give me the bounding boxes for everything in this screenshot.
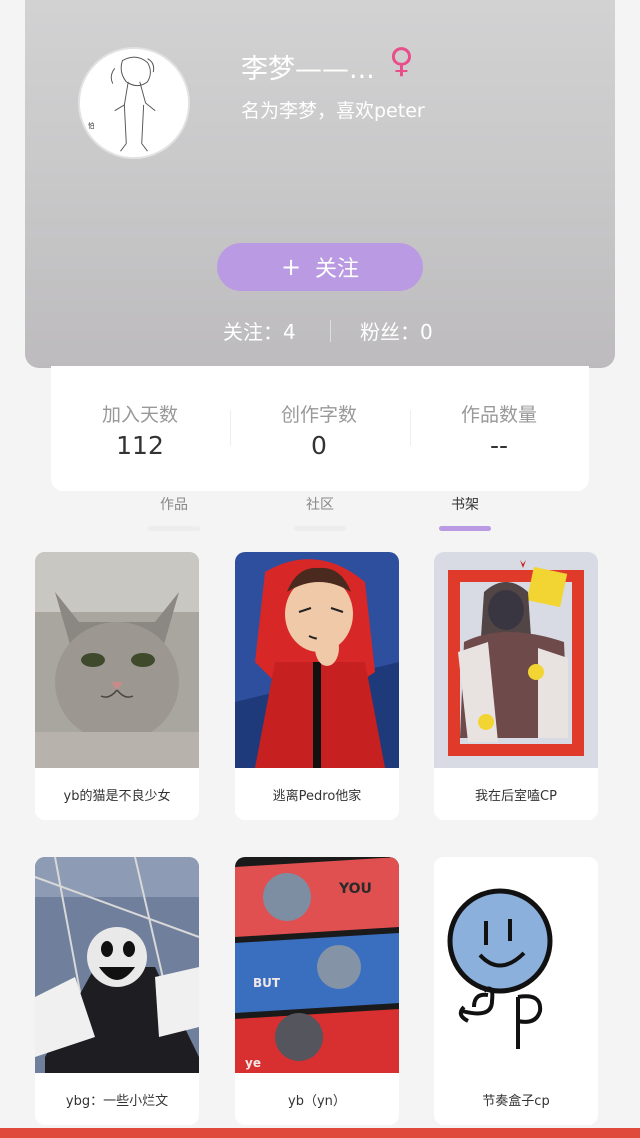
profile-tabs: 作品 社区 书架 — [0, 494, 640, 534]
profile-bio: 名为李梦，喜欢peter — [241, 100, 425, 122]
book-title: yb（yn） — [288, 1093, 346, 1109]
female-icon: ♀ — [389, 41, 414, 81]
svg-text:YOU: YOU — [338, 881, 372, 897]
tab-community[interactable]: 社区 — [280, 494, 360, 531]
stats-card: 加入天数 112 创作字数 0 作品数量 -- — [51, 366, 589, 491]
profile-name: 李梦——... — [241, 54, 375, 85]
stat-value: -- — [489, 431, 509, 460]
svg-text:怕: 怕 — [88, 121, 95, 130]
book-cover-image — [434, 857, 598, 1073]
bottom-strip — [0, 1128, 640, 1138]
stat-label: 加入天数 — [101, 404, 178, 426]
tab-bookshelf[interactable]: 书架 — [425, 494, 505, 531]
book-cover-image — [35, 857, 199, 1073]
book-card[interactable]: YOU BUT ye yb（yn） — [235, 857, 399, 1125]
tab-label: 作品 — [160, 497, 188, 513]
stat-label: 创作字数 — [280, 404, 357, 426]
tab-label: 社区 — [306, 497, 334, 513]
tab-label: 书架 — [451, 497, 479, 513]
book-card[interactable]: 逃离Pedro他家 — [235, 552, 399, 820]
tab-indicator — [148, 526, 200, 531]
tab-indicator — [294, 526, 346, 531]
book-cover-image — [235, 552, 399, 768]
svg-text:BUT: BUT — [253, 976, 281, 990]
book-title: 逃离Pedro他家 — [272, 788, 362, 804]
plus-icon: + — [280, 253, 302, 281]
stat-label: 作品数量 — [460, 404, 537, 426]
book-cover-image: YOU BUT ye — [235, 857, 399, 1073]
book-card[interactable]: ybg：一些小烂文 — [35, 857, 199, 1125]
social-counts: 关注：4 粉丝：0 — [25, 316, 615, 346]
book-title: 节奏盒子cp — [482, 1093, 550, 1109]
stat-value: 0 — [311, 431, 327, 460]
following-count[interactable]: 关注：4 — [223, 316, 296, 345]
profile-header: 怕 李梦——... ♀ 名为李梦，喜欢peter + 关注 关注：4 粉丝：0 — [25, 0, 615, 368]
book-card[interactable]: 我在后室嗑CP — [434, 552, 598, 820]
stat-word-count: 创作字数 0 — [230, 400, 408, 460]
book-title: yb的猫是不良少女 — [63, 788, 171, 804]
book-title: 我在后室嗑CP — [475, 788, 557, 804]
follow-button-label: 关注 — [315, 257, 360, 282]
stat-join-days: 加入天数 112 — [51, 400, 229, 460]
social-divider — [330, 320, 331, 342]
stat-works-count: 作品数量 -- — [410, 400, 588, 460]
book-cover-image — [434, 552, 598, 768]
svg-text:ye: ye — [245, 1056, 261, 1070]
stat-value: 112 — [116, 431, 164, 460]
follow-button[interactable]: + 关注 — [217, 243, 423, 291]
avatar[interactable]: 怕 — [78, 47, 190, 159]
tab-indicator — [439, 526, 491, 531]
tab-works[interactable]: 作品 — [134, 494, 214, 531]
fans-count[interactable]: 粉丝：0 — [360, 316, 433, 345]
book-title: ybg：一些小烂文 — [65, 1093, 169, 1109]
book-card[interactable]: 节奏盒子cp — [434, 857, 598, 1125]
book-cover-image — [35, 552, 199, 768]
book-card[interactable]: yb的猫是不良少女 — [35, 552, 199, 820]
